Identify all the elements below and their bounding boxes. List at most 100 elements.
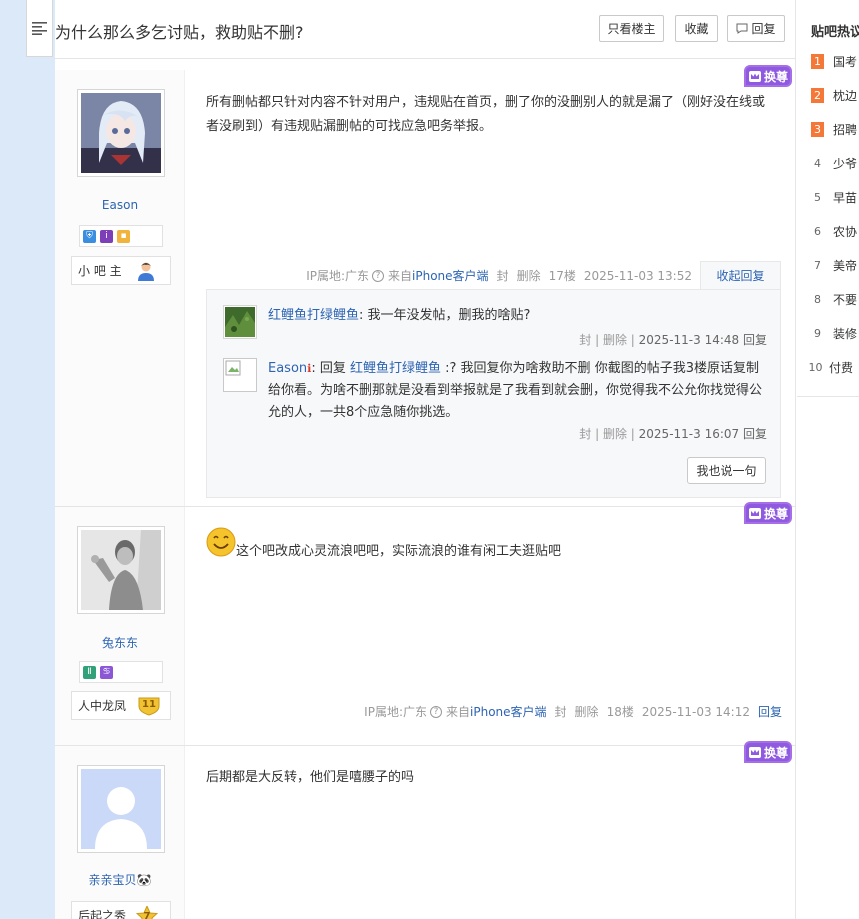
hot-topic-rank: 3 [811,121,824,137]
question-icon[interactable]: ? [430,705,442,718]
reply-link[interactable]: 回复 [758,703,782,720]
swap-badge[interactable]: 换尊 [744,502,792,524]
left-strip [0,0,55,919]
admin-person-icon [137,262,154,281]
zodiac-gemini-icon[interactable]: Ⅱ [83,665,96,679]
reply-user-link[interactable]: Eason [268,361,307,376]
say-something-button[interactable]: 我也说一句 [687,457,766,484]
only-op-button[interactable]: 只看楼主 [599,15,664,42]
reply-target-link[interactable]: 红鲤鱼打绿鲤鱼 [350,361,441,376]
hot-topic-text[interactable]: 国考 [833,53,857,70]
author-name[interactable]: 亲亲宝贝🐼 [55,871,185,888]
grass-avatar-image [225,307,255,337]
hot-topic-rank: 7 [814,258,821,272]
avatar[interactable] [77,89,165,177]
thread-header: 为什么那么多乞讨贴，救助贴不删? 只看楼主 收藏 回复 [55,0,795,59]
thread-main: 为什么那么多乞讨贴，救助贴不删? 只看楼主 收藏 回复 Eason ⛨ i ▪ … [55,0,796,919]
hot-topic-text[interactable]: 付费 [829,359,853,376]
reply-meta: 封 | 删除 | 2025-11-3 16:07 回复 [579,425,767,442]
reply-avatar[interactable] [223,305,257,339]
reply-time: 2025-11-3 14:48 [638,333,740,347]
level-title: 小 吧 主 [78,264,122,278]
post-time: 2025-11-03 14:12 [641,704,750,719]
ip-location: IP属地:广东 [306,269,370,283]
reply-user-link[interactable]: 红鲤鱼打绿鲤鱼 [268,308,359,323]
collapse-label: 收起回复 [716,269,765,283]
reply-ban-link[interactable]: 封 [579,333,591,347]
reply-meta-sep: | [595,427,600,441]
source-label: 来自iPhone客户端 [446,703,547,720]
hot-topic-text[interactable]: 枕边 [833,87,857,104]
hot-topic-item[interactable]: 8 不要 [797,282,859,316]
hot-topic-item[interactable]: 1 国考 [797,44,859,78]
client-link[interactable]: iPhone客户端 [412,269,489,283]
default-avatar-image [81,769,161,849]
lock-icon[interactable]: ▪ [117,229,130,243]
ban-link[interactable]: 封 [497,267,509,284]
reply-ban-link[interactable]: 封 [579,427,591,441]
hot-topic-item[interactable]: 9 装修 [797,316,859,350]
post-content: 这个吧改成心灵流浪吧吧，实际流浪的谁有闲工夫逛贴吧 [236,544,562,559]
reply-meta-sep: | [630,427,635,441]
level-number: 11 [142,698,156,710]
hot-topic-text[interactable]: 装修 [833,325,857,342]
hot-topic-item[interactable]: 2 枕边 [797,78,859,112]
swap-badge[interactable]: 换尊 [744,65,792,87]
zodiac-cancer-icon[interactable]: ♋ [100,665,113,679]
hot-topic-text[interactable]: 农协 [833,223,857,240]
only-op-label: 只看楼主 [607,22,656,36]
hot-topic-item[interactable]: 7 美帝 [797,248,859,282]
reply-button[interactable]: 回复 [727,15,785,42]
hot-topics-list: 1 国考 2 枕边 3 招聘 4 少爷 5 早苗 6 农协 7 美帝 8 不要 9 装修 10 付费 [797,44,859,397]
reply-item: 红鲤鱼打绿鲤鱼: 我一年没发帖，删我的啥贴? 封 | 删除 | 2025-11-… [223,305,767,365]
level-title-box: 人中龙凤 11 [71,691,171,720]
shield-icon[interactable]: ⛨ [83,229,96,243]
reply-reply-link[interactable]: 回复 [743,333,767,347]
swap-crown-icon [748,70,761,82]
hot-topic-item[interactable]: 6 农协 [797,214,859,248]
reply-label: 回复 [751,22,776,36]
sidebar-title: 贴吧热议 [811,25,859,40]
avatar[interactable] [77,765,165,853]
reply-delete-link[interactable]: 删除 [603,333,627,347]
menu-toggle-button[interactable] [26,0,53,57]
hot-topic-item[interactable]: 5 早苗 [797,180,859,214]
reply-delete-link[interactable]: 删除 [603,427,627,441]
hot-topic-item[interactable]: 3 招聘 [797,112,859,146]
smiley-emoji-icon [206,527,236,560]
hot-topic-text[interactable]: 招聘 [833,121,857,138]
level-title-box: 后起之秀 7 [71,901,171,919]
source-label: 来自iPhone客户端 [388,267,489,284]
hot-topic-rank: 4 [814,156,821,170]
delete-link[interactable]: 删除 [517,267,541,284]
author-name[interactable]: 兔东东 [55,634,185,651]
hot-topic-rank: 10 [808,360,823,374]
reply-avatar[interactable] [223,358,257,392]
reply-reply-link[interactable]: 回复 [743,427,767,441]
author-name[interactable]: Eason [55,198,185,212]
post-content: 后期都是大反转，他们是嘻腰子的吗 [206,770,415,785]
hot-topic-item[interactable]: 10 付费 [797,350,859,384]
swap-badge[interactable]: 换尊 [744,741,792,763]
hot-topic-text[interactable]: 美帝 [833,257,857,274]
hot-topic-item[interactable]: 4 少爷 [797,146,859,180]
hot-topic-text[interactable]: 不要 [833,291,857,308]
hot-topic-text[interactable]: 少爷 [833,155,857,172]
menu-icon [32,22,47,35]
question-icon[interactable]: ? [372,269,385,282]
swap-label: 换尊 [763,506,788,521]
ban-link[interactable]: 封 [555,703,567,720]
post-tail: IP属地:广东 ? 来自iPhone客户端 封 删除 18楼 2025-11-0… [364,703,782,720]
hot-topics-sidebar: 贴吧热议 1 国考 2 枕边 3 招聘 4 少爷 5 早苗 6 农协 7 美帝 8 不要 9 装修… [797,0,859,919]
level-title: 人中龙凤 [78,699,127,713]
hot-topic-rank: 9 [814,326,821,340]
hot-topic-text[interactable]: 早苗 [833,189,857,206]
swap-label: 换尊 [763,745,788,760]
avatar[interactable] [77,526,165,614]
collapse-replies-button[interactable]: 收起回复 [700,261,781,289]
favorite-button[interactable]: 收藏 [675,15,718,42]
delete-link[interactable]: 删除 [575,703,599,720]
info-icon[interactable]: i [100,229,113,243]
client-link[interactable]: iPhone客户端 [470,705,547,719]
source-prefix: 来自 [388,269,413,283]
